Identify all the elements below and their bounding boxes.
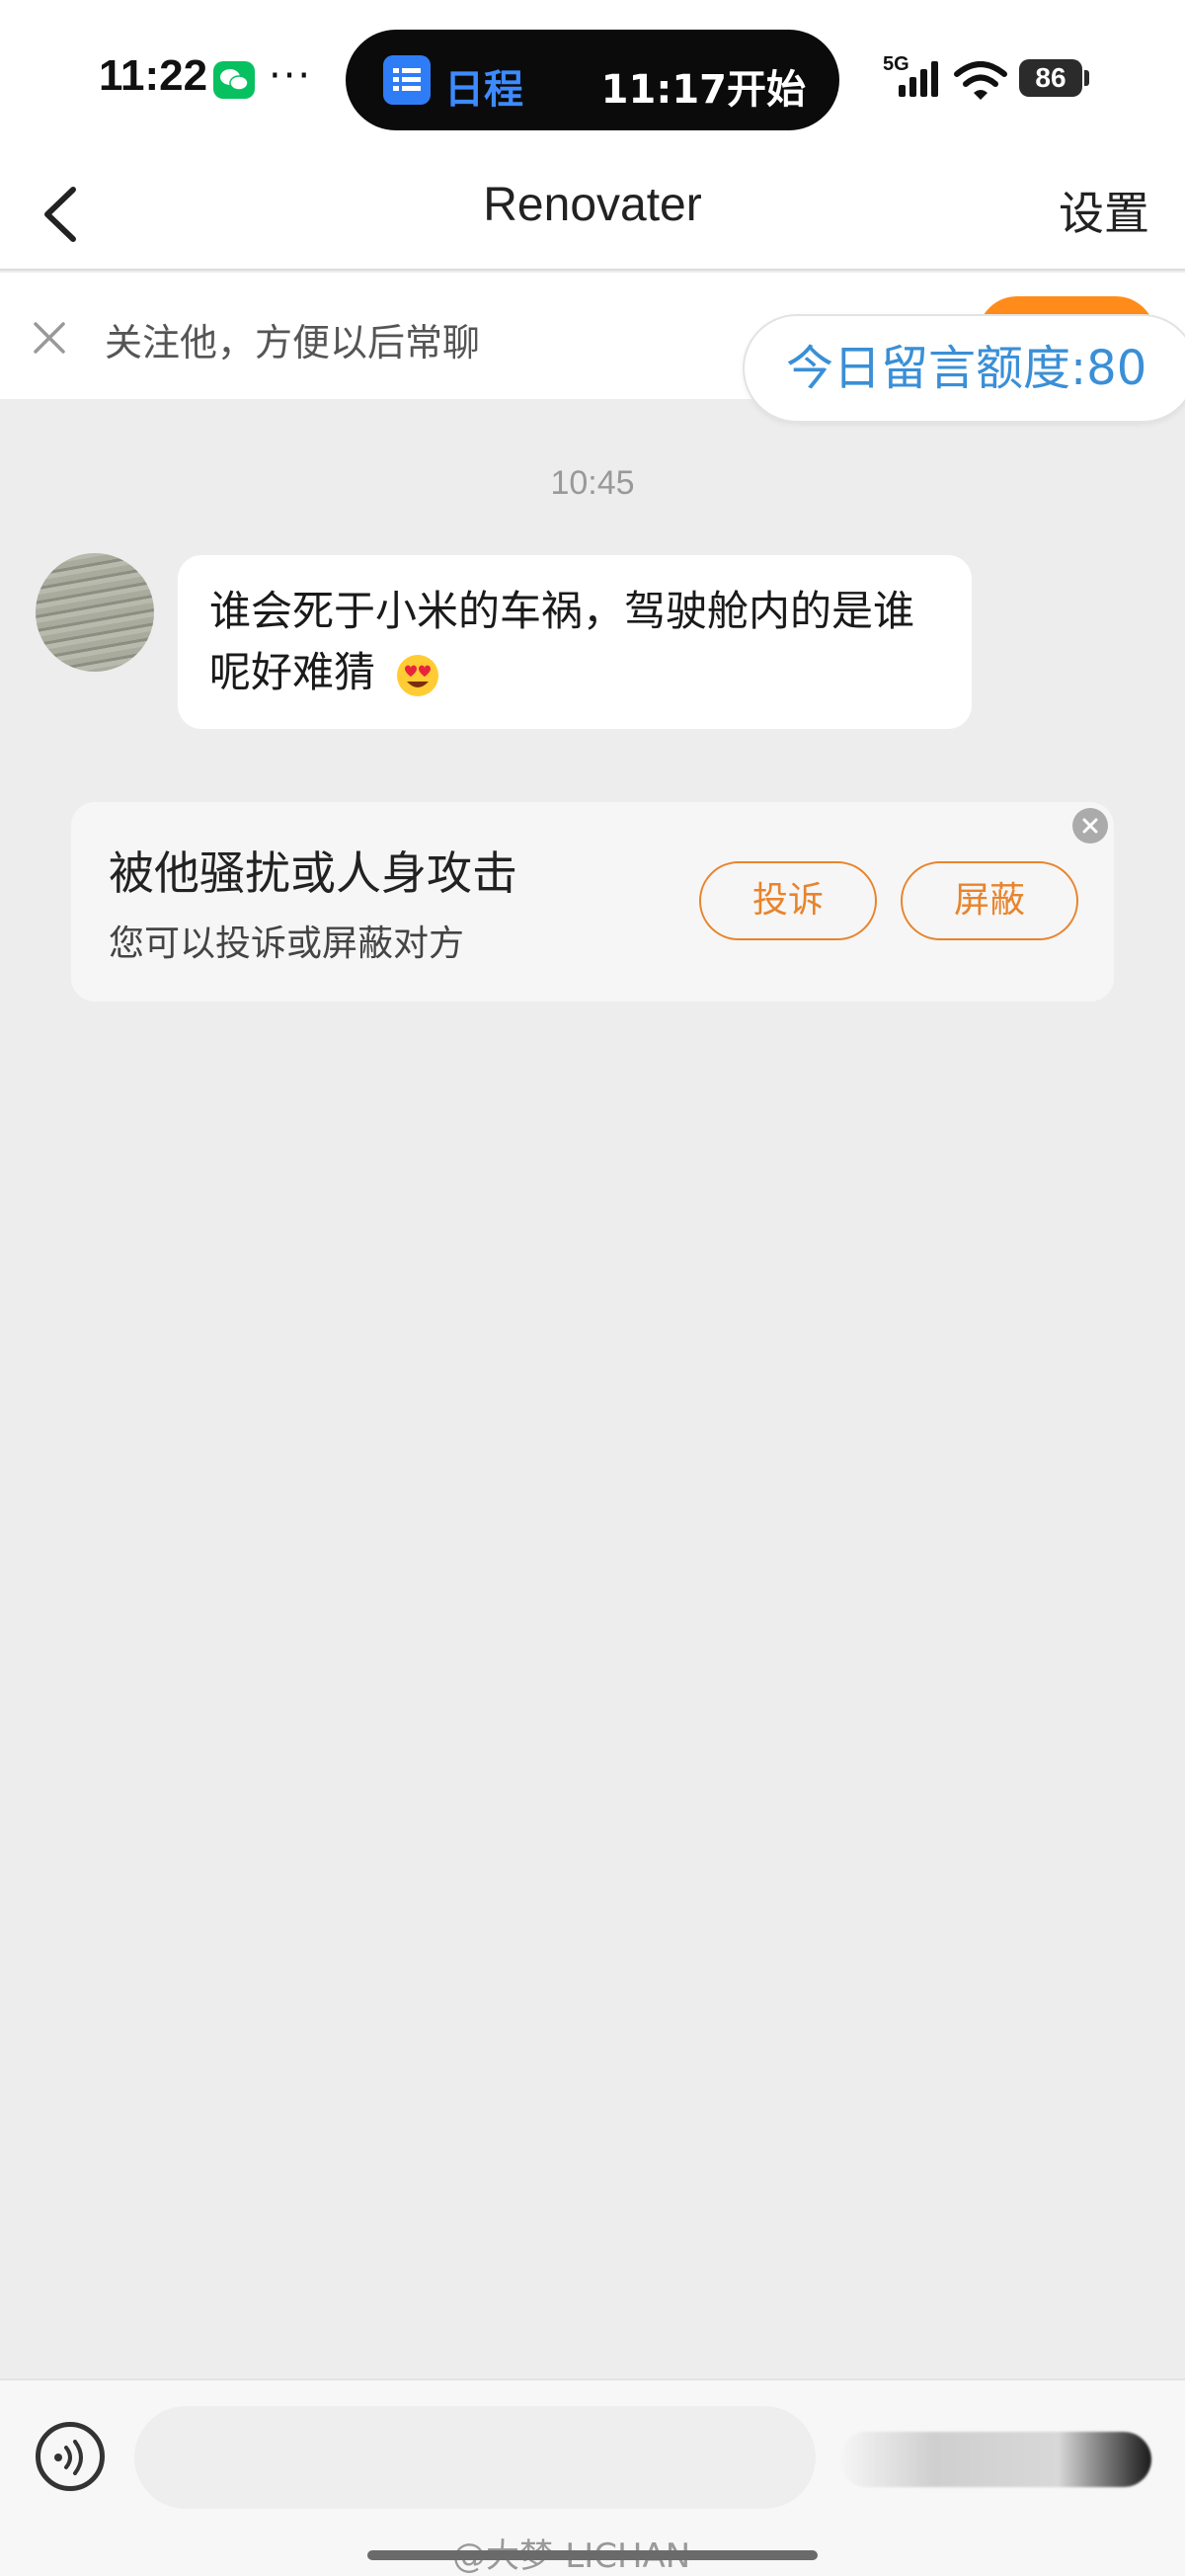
battery-tip bbox=[1084, 70, 1089, 86]
wifi-icon bbox=[954, 61, 1007, 100]
message-input[interactable] bbox=[134, 2406, 816, 2509]
notice-close-button[interactable] bbox=[1072, 808, 1108, 844]
close-icon bbox=[34, 322, 65, 354]
send-button[interactable] bbox=[839, 2432, 1151, 2487]
settings-button[interactable]: 设置 bbox=[1059, 178, 1149, 243]
battery-indicator: 86 bbox=[1019, 59, 1082, 97]
page-title: Renovater bbox=[483, 179, 702, 231]
banner-close-button[interactable] bbox=[30, 318, 69, 358]
cellular-signal-icon bbox=[899, 61, 938, 97]
harassment-notice-card: 被他骚扰或人身攻击 您可以投诉或屏蔽对方 投诉 屏蔽 bbox=[71, 802, 1114, 1002]
status-bar: 11:22 ··· 日程 11:17开始 5G 86 bbox=[0, 0, 1185, 158]
block-button[interactable]: 屏蔽 bbox=[901, 861, 1078, 940]
notice-title: 被他骚扰或人身攻击 bbox=[109, 846, 517, 900]
island-time: 11:17开始 bbox=[600, 67, 806, 113]
message-content: 谁会死于小米的车祸，驾驶舱内的是谁呢好难猜 bbox=[209, 587, 915, 696]
heart-eyes-emoji-icon bbox=[397, 654, 439, 696]
message-bubble[interactable]: 谁会死于小米的车祸，驾驶舱内的是谁呢好难猜 bbox=[178, 555, 972, 729]
voice-input-button[interactable] bbox=[36, 2422, 105, 2491]
nav-header: Renovater 设置 bbox=[0, 158, 1185, 271]
island-label: 日程 bbox=[444, 67, 523, 113]
status-time: 11:22 bbox=[99, 51, 208, 100]
wechat-icon bbox=[213, 61, 255, 99]
input-bar: @大梦-LICHAN bbox=[0, 2378, 1185, 2576]
close-icon bbox=[1082, 818, 1098, 834]
voice-icon bbox=[54, 2440, 83, 2475]
message-text: 谁会死于小米的车祸，驾驶舱内的是谁呢好难猜 bbox=[209, 581, 940, 703]
calendar-icon bbox=[383, 55, 431, 105]
message-timestamp: 10:45 bbox=[550, 464, 635, 502]
more-icon: ··· bbox=[269, 53, 313, 99]
follow-prompt-text: 关注他，方便以后常聊 bbox=[105, 321, 481, 364]
message-quota-badge: 今日留言额度:80 bbox=[743, 314, 1185, 423]
report-button[interactable]: 投诉 bbox=[699, 861, 877, 940]
avatar[interactable] bbox=[36, 553, 154, 672]
home-indicator bbox=[367, 2550, 818, 2560]
notice-subtitle: 您可以投诉或屏蔽对方 bbox=[109, 924, 465, 964]
dynamic-island[interactable]: 日程 11:17开始 bbox=[346, 30, 839, 130]
